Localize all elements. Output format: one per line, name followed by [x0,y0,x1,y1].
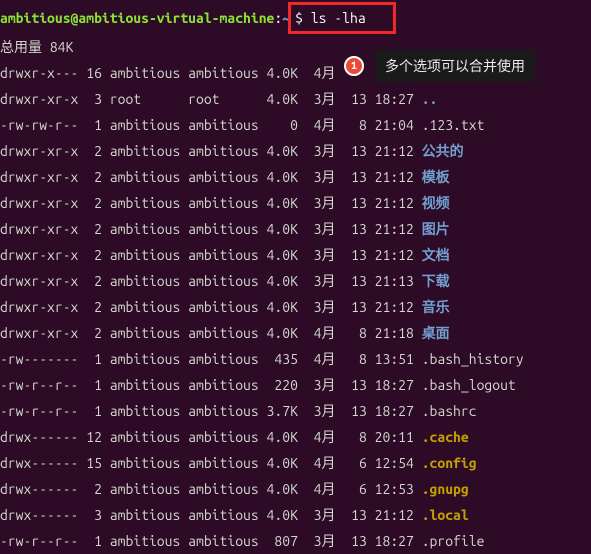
file-name: 公共的 [422,143,464,159]
file-row: -rw------- 1 ambitious ambitious 435 4月 … [0,346,591,372]
file-name: .bash_history [422,351,524,367]
file-name: 视频 [422,195,450,211]
file-row: drwxr-xr-x 2 ambitious ambitious 4.0K 3月… [0,138,591,164]
file-row: -rw-r--r-- 1 ambitious ambitious 220 3月 … [0,372,591,398]
user-host: ambitious@ambitious-virtual-machine [0,10,274,26]
prompt-dollar: $ [295,10,311,26]
file-name: 模板 [422,169,450,185]
file-listing: drwxr-x--- 16 ambitious ambitious 4.0K 4… [0,60,591,554]
file-name: .bash_logout [422,377,516,393]
file-name: 下载 [422,273,450,289]
file-row: drwx------ 12 ambitious ambitious 4.0K 4… [0,424,591,450]
file-name: .123.txt [422,117,485,133]
file-name: 文档 [422,247,450,263]
file-row: drwxr-xr-x 2 ambitious ambitious 4.0K 3月… [0,242,591,268]
file-row: drwxr-xr-x 3 root root 4.0K 3月 13 18:27 … [0,86,591,112]
file-row: drwx------ 3 ambitious ambitious 4.0K 3月… [0,502,591,528]
file-name: 桌面 [422,325,450,341]
file-row: drwxr-xr-x 2 ambitious ambitious 4.0K 3月… [0,164,591,190]
file-row: drwxr-xr-x 2 ambitious ambitious 4.0K 4月… [0,320,591,346]
file-row: drwxr-xr-x 2 ambitious ambitious 4.0K 3月… [0,190,591,216]
file-row: drwxr-xr-x 2 ambitious ambitious 4.0K 3月… [0,216,591,242]
file-name: .config [422,455,477,471]
file-name: .bashrc [422,403,477,419]
prompt-line[interactable]: ambitious@ambitious-virtual-machine:~$ l… [0,2,591,34]
annotation-badge: 1 [344,56,364,76]
file-name: .profile [422,533,485,549]
file-name: 音乐 [422,299,450,315]
file-row: drwxr-xr-x 2 ambitious ambitious 4.0K 3月… [0,268,591,294]
annotation-tooltip: 多个选项可以合并使用 [375,50,535,82]
file-name: .cache [422,429,469,445]
file-name: 图片 [422,221,450,237]
file-name: .. [422,91,438,107]
file-name: .gnupg [422,481,469,497]
command-highlight-box: $ ls -lha [288,2,396,34]
file-row: drwx------ 15 ambitious ambitious 4.0K 4… [0,450,591,476]
file-row: -rw-rw-r-- 1 ambitious ambitious 0 4月 8 … [0,112,591,138]
file-row: -rw-r--r-- 1 ambitious ambitious 807 3月 … [0,528,591,554]
file-row: drwx------ 2 ambitious ambitious 4.0K 4月… [0,476,591,502]
file-row: drwxr-xr-x 2 ambitious ambitious 4.0K 3月… [0,294,591,320]
command-text: ls -lha [311,10,366,26]
file-row: -rw-r--r-- 1 ambitious ambitious 3.7K 3月… [0,398,591,424]
file-name: .local [422,507,469,523]
